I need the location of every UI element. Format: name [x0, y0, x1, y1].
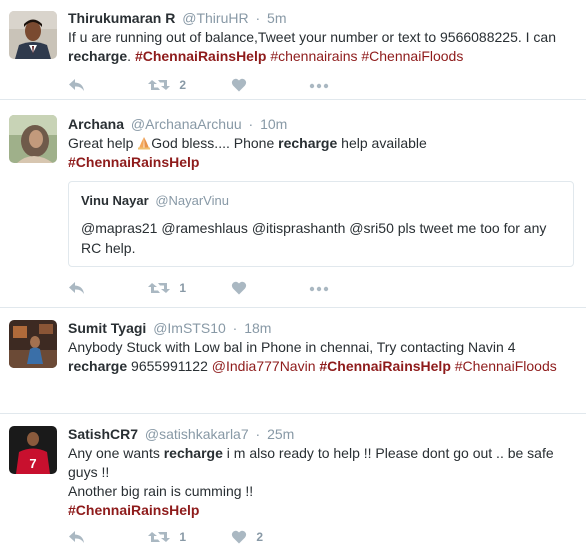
retweet-icon — [148, 280, 170, 294]
display-name[interactable]: Thirukumaran R — [68, 10, 175, 26]
pray-emoji-icon — [138, 137, 151, 150]
retweet-count: 1 — [179, 280, 187, 295]
more-icon — [309, 280, 329, 294]
hashtag-link[interactable]: #ChennaiRainsHelp — [68, 502, 199, 518]
username[interactable]: @ThiruHR — [182, 10, 248, 26]
username[interactable]: @ArchanaArchuu — [131, 116, 242, 132]
tweet-text-segment: Another big rain is cumming !! — [68, 483, 254, 499]
tweet-header: Archana @ArchanaArchuu · 10m — [68, 115, 576, 133]
display-name[interactable]: Sumit Tyagi — [68, 320, 146, 336]
avatar[interactable] — [9, 320, 57, 368]
highlighted-keyword: recharge — [68, 358, 128, 374]
tweet-text-segment: If u are running out of balance,Tweet yo… — [68, 29, 556, 45]
more-icon — [309, 77, 329, 91]
tweet[interactable]: 7 SatishCR7 @satishkakarla7 · 25m Any on… — [0, 415, 586, 553]
like-button[interactable]: 2 — [231, 527, 263, 545]
retweet-count: 2 — [179, 77, 187, 92]
tweet-text-segment: . — [127, 48, 135, 64]
separator: · — [255, 10, 261, 26]
avatar[interactable] — [9, 115, 57, 163]
more-button[interactable] — [309, 75, 329, 93]
display-name[interactable]: Archana — [68, 116, 124, 132]
tweet-text: If u are running out of balance,Tweet yo… — [68, 28, 576, 66]
retweet-button[interactable]: 1 — [148, 278, 186, 296]
tweet-text-segment: Great help — [68, 135, 138, 151]
tweet-text: Any one wants recharge i m also ready to… — [68, 444, 576, 520]
highlighted-keyword: recharge — [68, 48, 128, 64]
tweet-text-segment: God bless.... Phone — [151, 135, 279, 151]
highlighted-keyword: recharge — [278, 135, 338, 151]
quoted-tweet-text: @mapras21 @rameshlaus @itisprashanth @sr… — [81, 220, 547, 256]
avatar[interactable] — [9, 11, 57, 59]
tweet-text: Anybody Stuck with Low bal in Phone in c… — [68, 338, 576, 376]
tweet-text-segment: Any one wants — [68, 445, 164, 461]
quoted-tweet[interactable]: Vinu Nayar @NayarVinu @mapras21 @rameshl… — [68, 181, 574, 267]
separator: · — [255, 426, 261, 442]
tweet-text-segment: Anybody Stuck with Low bal in Phone in c… — [68, 339, 516, 355]
tweet-header: SatishCR7 @satishkakarla7 · 25m — [68, 425, 576, 443]
heart-icon — [231, 529, 247, 544]
reply-icon — [68, 280, 86, 294]
reply-icon — [68, 529, 86, 543]
heart-icon — [231, 280, 247, 295]
mention-link[interactable]: @India777Navin — [212, 358, 316, 374]
display-name[interactable]: SatishCR7 — [68, 426, 138, 442]
quoted-tweet-header: Vinu Nayar @NayarVinu — [81, 193, 229, 208]
like-count: 2 — [256, 529, 264, 544]
svg-text:7: 7 — [29, 456, 36, 471]
hashtag-link[interactable]: #ChennaiFloods — [361, 48, 463, 64]
quoted-username: @NayarVinu — [155, 193, 229, 208]
tweet-header: Sumit Tyagi @ImSTS10 · 18m — [68, 319, 576, 337]
hashtag-link[interactable]: #ChennaiRainsHelp — [68, 154, 199, 170]
retweet-button[interactable]: 1 — [148, 527, 186, 545]
avatar[interactable]: 7 — [9, 426, 57, 474]
highlighted-keyword: recharge — [163, 445, 223, 461]
quoted-display-name: Vinu Nayar — [81, 193, 149, 208]
tweet-text-segment: 9655991122 — [127, 358, 212, 374]
username[interactable]: @ImSTS10 — [153, 320, 226, 336]
hashtag-link[interactable]: #ChennaiFloods — [455, 358, 557, 374]
separator: · — [248, 116, 254, 132]
tweet-text: Great help God bless.... Phone recharge … — [68, 134, 576, 172]
tweet[interactable]: Sumit Tyagi @ImSTS10 · 18m Anybody Stuck… — [0, 309, 586, 414]
hashtag-link[interactable]: #ChennaiRainsHelp — [319, 358, 450, 374]
timeline: Thirukumaran R @ThiruHR · 5m If u are ru… — [0, 0, 586, 553]
like-button[interactable] — [231, 75, 253, 93]
reply-button[interactable] — [68, 75, 86, 93]
heart-icon — [231, 77, 247, 92]
tweet-header: Thirukumaran R @ThiruHR · 5m — [68, 9, 576, 27]
more-button[interactable] — [309, 278, 329, 296]
tweet[interactable]: Archana @ArchanaArchuu · 10m Great help … — [0, 101, 586, 308]
like-button[interactable] — [231, 278, 253, 296]
retweet-count: 1 — [179, 529, 187, 544]
separator: · — [232, 320, 238, 336]
tweet[interactable]: Thirukumaran R @ThiruHR · 5m If u are ru… — [0, 0, 586, 100]
hashtag-link[interactable]: #ChennaiRainsHelp — [135, 48, 266, 64]
timestamp[interactable]: 5m — [267, 10, 286, 26]
timestamp[interactable]: 18m — [244, 320, 271, 336]
reply-button[interactable] — [68, 527, 86, 545]
retweet-icon — [148, 77, 170, 91]
retweet-button[interactable]: 2 — [148, 75, 186, 93]
hashtag-link[interactable]: #chennairains — [270, 48, 357, 64]
timestamp[interactable]: 10m — [260, 116, 287, 132]
reply-icon — [68, 77, 86, 91]
reply-button[interactable] — [68, 278, 86, 296]
tweet-text-segment: help available — [337, 135, 427, 151]
timestamp[interactable]: 25m — [267, 426, 294, 442]
username[interactable]: @satishkakarla7 — [145, 426, 249, 442]
retweet-icon — [148, 529, 170, 543]
